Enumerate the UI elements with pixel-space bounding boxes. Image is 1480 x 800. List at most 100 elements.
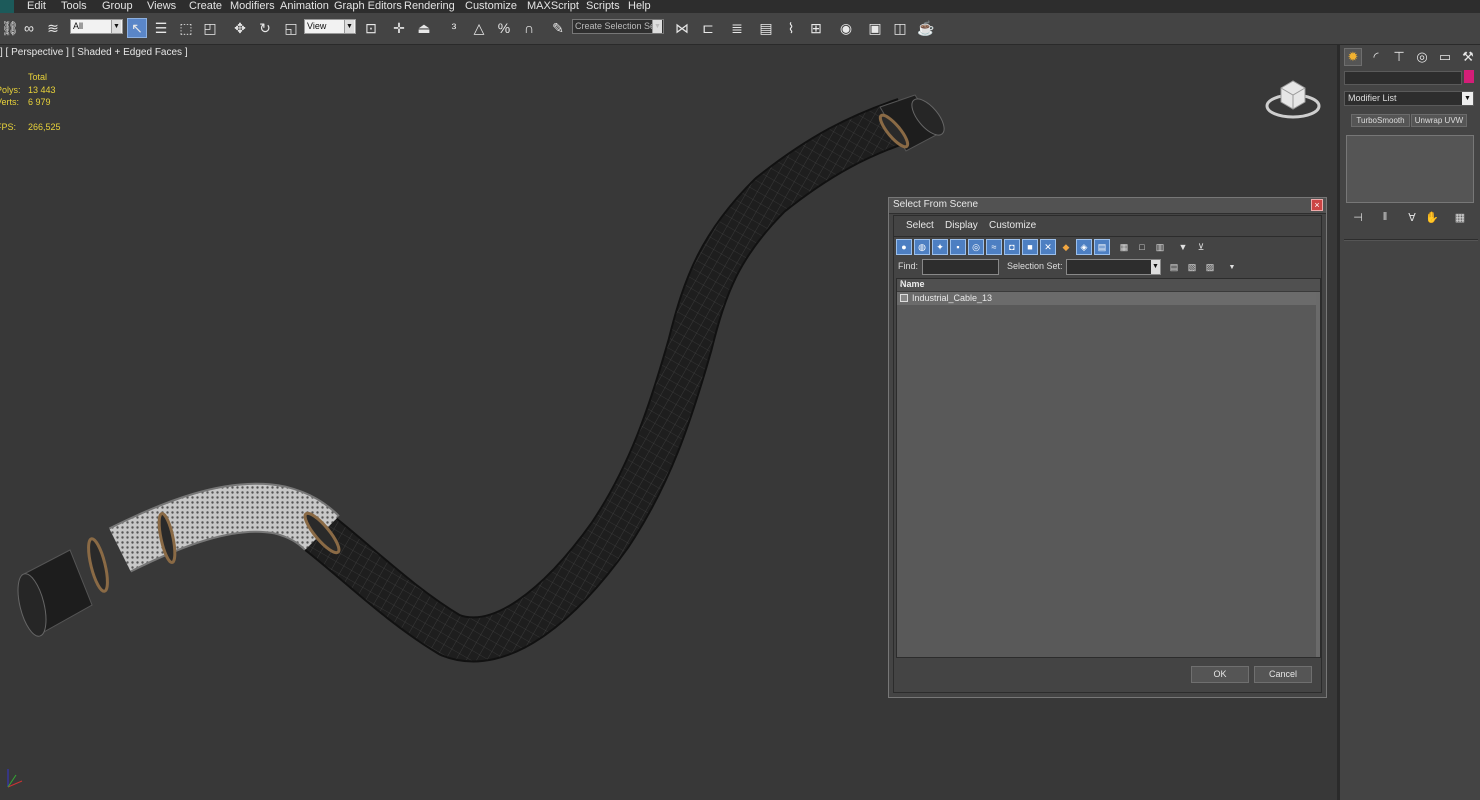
viewcube-icon[interactable]: [1263, 70, 1323, 122]
configure-modifier-sets-icon[interactable]: ▦: [1452, 209, 1468, 225]
graphite-tools-icon[interactable]: ▤: [756, 18, 776, 38]
create-tab-icon[interactable]: ✹: [1344, 48, 1362, 66]
menu-scripts[interactable]: Scripts: [586, 0, 620, 13]
unlink-icon[interactable]: ∞: [19, 18, 39, 38]
object-color-swatch[interactable]: [1464, 70, 1474, 83]
mirror-icon[interactable]: ⋈: [672, 18, 692, 38]
show-end-result-icon[interactable]: ‖: [1377, 209, 1393, 225]
modify-tab-icon[interactable]: ◜: [1367, 48, 1385, 66]
shapes-filter-icon[interactable]: ◍: [914, 239, 930, 255]
menu-maxscript[interactable]: MAXScript: [527, 0, 579, 13]
find-label: Find:: [898, 261, 919, 271]
stack-toolbar: ⊣ ‖ ∀ ✋ ▦: [1344, 208, 1478, 226]
keyboard-shortcut-override-icon[interactable]: ⏏: [414, 18, 434, 38]
menu-group[interactable]: Group: [102, 0, 133, 13]
select-by-name-icon[interactable]: ☰: [151, 18, 171, 38]
turbosmooth-button[interactable]: TurboSmooth: [1351, 114, 1410, 127]
spacewarps-filter-icon[interactable]: ≈: [986, 239, 1002, 255]
containers-filter-icon[interactable]: ◆: [1058, 239, 1074, 255]
select-manipulate-icon[interactable]: ✛: [389, 18, 409, 38]
curve-editor-icon[interactable]: ⌇: [781, 18, 801, 38]
display-none-icon[interactable]: □: [1134, 239, 1150, 255]
bind-spacewarp-icon[interactable]: ≋: [43, 18, 63, 38]
list-item[interactable]: Industrial_Cable_13: [897, 292, 1320, 305]
frozen-filter-icon[interactable]: ◈: [1076, 239, 1092, 255]
hidden-filter-icon[interactable]: ▤: [1094, 239, 1110, 255]
dialog-title-bar[interactable]: Select From Scene ×: [889, 198, 1326, 214]
select-scale-icon[interactable]: ◱: [281, 18, 301, 38]
cameras-filter-icon[interactable]: ▪: [950, 239, 966, 255]
select-object-icon[interactable]: ↖: [127, 18, 147, 38]
snaps-toggle-icon[interactable]: ³: [444, 18, 464, 38]
menu-customize[interactable]: Customize: [465, 0, 517, 13]
display-all-icon[interactable]: ▦: [1116, 239, 1132, 255]
percent-snap-icon[interactable]: %: [494, 18, 514, 38]
modifier-stack[interactable]: [1346, 135, 1474, 203]
add-to-selection-set-icon[interactable]: ▧: [1184, 259, 1200, 275]
menu-views[interactable]: Views: [147, 0, 176, 13]
modifier-list-dropdown[interactable]: Modifier List ▼: [1344, 91, 1474, 106]
selection-set-label: Selection Set:: [1007, 261, 1063, 271]
dialog-menu-select[interactable]: Select: [906, 220, 934, 231]
menu-animation[interactable]: Animation: [280, 0, 329, 13]
app-logo-icon[interactable]: [0, 0, 14, 13]
cancel-button[interactable]: Cancel: [1254, 666, 1312, 683]
filter-options-icon[interactable]: ⊻: [1193, 239, 1209, 255]
spinner-snap-icon[interactable]: ∩: [519, 18, 539, 38]
menu-graph-editors[interactable]: Graph Editors: [334, 0, 402, 13]
edit-named-selection-icon[interactable]: ✎: [548, 18, 568, 38]
render-setup-icon[interactable]: ▣: [865, 18, 885, 38]
named-selection-dropdown[interactable]: Create Selection Se ▼: [572, 19, 664, 34]
selection-filter-dropdown[interactable]: All ▼: [70, 19, 123, 34]
groups-filter-icon[interactable]: ◘: [1004, 239, 1020, 255]
select-move-icon[interactable]: ✥: [230, 18, 250, 38]
rectangular-selection-icon[interactable]: ⬚: [176, 18, 196, 38]
align-icon[interactable]: ⊏: [698, 18, 718, 38]
utilities-tab-icon[interactable]: ⚒: [1459, 48, 1477, 66]
motion-tab-icon[interactable]: ◎: [1413, 48, 1431, 66]
dialog-menu-display[interactable]: Display: [945, 220, 978, 231]
geometry-filter-icon[interactable]: ●: [896, 239, 912, 255]
xrefs-filter-icon[interactable]: ■: [1022, 239, 1038, 255]
make-unique-icon[interactable]: ∀: [1404, 209, 1420, 225]
window-crossing-icon[interactable]: ◰: [200, 18, 220, 38]
helpers-filter-icon[interactable]: ◎: [968, 239, 984, 255]
lights-filter-icon[interactable]: ✦: [932, 239, 948, 255]
angle-snap-icon[interactable]: △: [469, 18, 489, 38]
link-icon[interactable]: ⛓: [0, 18, 20, 38]
display-tab-icon[interactable]: ▭: [1436, 48, 1454, 66]
select-rotate-icon[interactable]: ↻: [255, 18, 275, 38]
list-scrollbar[interactable]: [1316, 292, 1320, 657]
rendered-frame-window-icon[interactable]: ◫: [890, 18, 910, 38]
menu-edit[interactable]: Edit: [27, 0, 46, 13]
save-selection-set-icon[interactable]: ▤: [1166, 259, 1182, 275]
selection-set-dropdown[interactable]: ▼: [1066, 259, 1161, 275]
schematic-view-icon[interactable]: ⊞: [806, 18, 826, 38]
render-teapot-icon[interactable]: ☕: [916, 18, 936, 38]
object-name-field[interactable]: [1344, 71, 1462, 85]
dialog-menu-customize[interactable]: Customize: [989, 220, 1036, 231]
find-input[interactable]: [922, 259, 999, 275]
menu-create[interactable]: Create: [189, 0, 222, 13]
ok-button[interactable]: OK: [1191, 666, 1249, 683]
layer-manager-icon[interactable]: ≣: [727, 18, 747, 38]
reference-coord-dropdown[interactable]: View ▼: [304, 19, 356, 34]
pivot-center-icon[interactable]: ⊡: [361, 18, 381, 38]
display-invert-icon[interactable]: ▥: [1152, 239, 1168, 255]
list-header[interactable]: Name /: [897, 279, 1320, 292]
remove-from-selection-set-icon[interactable]: ▨: [1202, 259, 1218, 275]
toolbar-overflow-chevron-icon[interactable]: ▼: [1224, 259, 1240, 275]
filter-icon[interactable]: ▼: [1175, 239, 1191, 255]
hierarchy-tab-icon[interactable]: ⊤: [1390, 48, 1408, 66]
close-icon[interactable]: ×: [1311, 199, 1323, 211]
remove-modifier-icon[interactable]: ✋: [1424, 209, 1440, 225]
menu-help[interactable]: Help: [628, 0, 651, 13]
menu-rendering[interactable]: Rendering: [404, 0, 455, 13]
pin-stack-icon[interactable]: ⊣: [1350, 209, 1366, 225]
unwrap-uvw-button[interactable]: Unwrap UVW: [1411, 114, 1467, 127]
menu-modifiers[interactable]: Modifiers: [230, 0, 275, 13]
menu-tools[interactable]: Tools: [61, 0, 87, 13]
material-editor-icon[interactable]: ◉: [836, 18, 856, 38]
scene-object-list[interactable]: Name / Industrial_Cable_13: [896, 278, 1321, 658]
bones-filter-icon[interactable]: ✕: [1040, 239, 1056, 255]
